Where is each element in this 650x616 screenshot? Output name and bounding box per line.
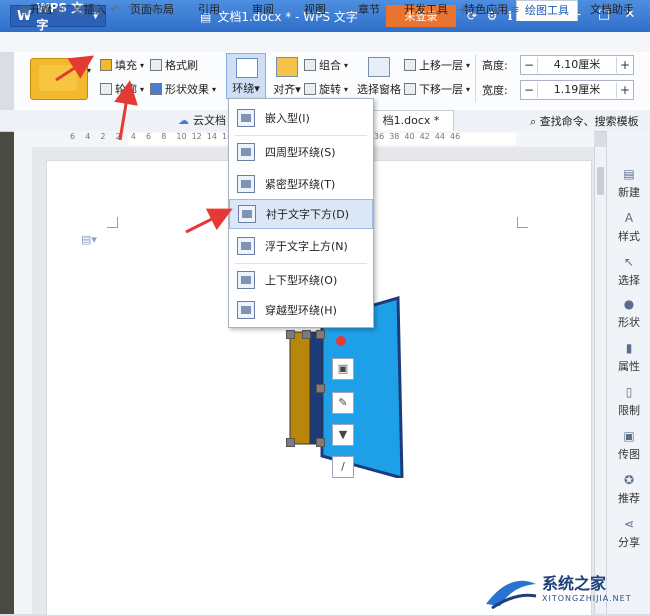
annotation-arrow xyxy=(55,55,95,82)
annotation-arrows xyxy=(55,55,233,234)
watermark: 系统之家 XITONGZHIJIA.NET xyxy=(480,562,650,614)
watermark-logo-icon xyxy=(486,580,537,610)
annotation-arrow xyxy=(185,208,233,234)
annotation-arrow xyxy=(114,80,138,141)
watermark-title: 系统之家 xyxy=(542,574,607,593)
watermark-url: XITONGZHIJIA.NET xyxy=(542,594,632,603)
